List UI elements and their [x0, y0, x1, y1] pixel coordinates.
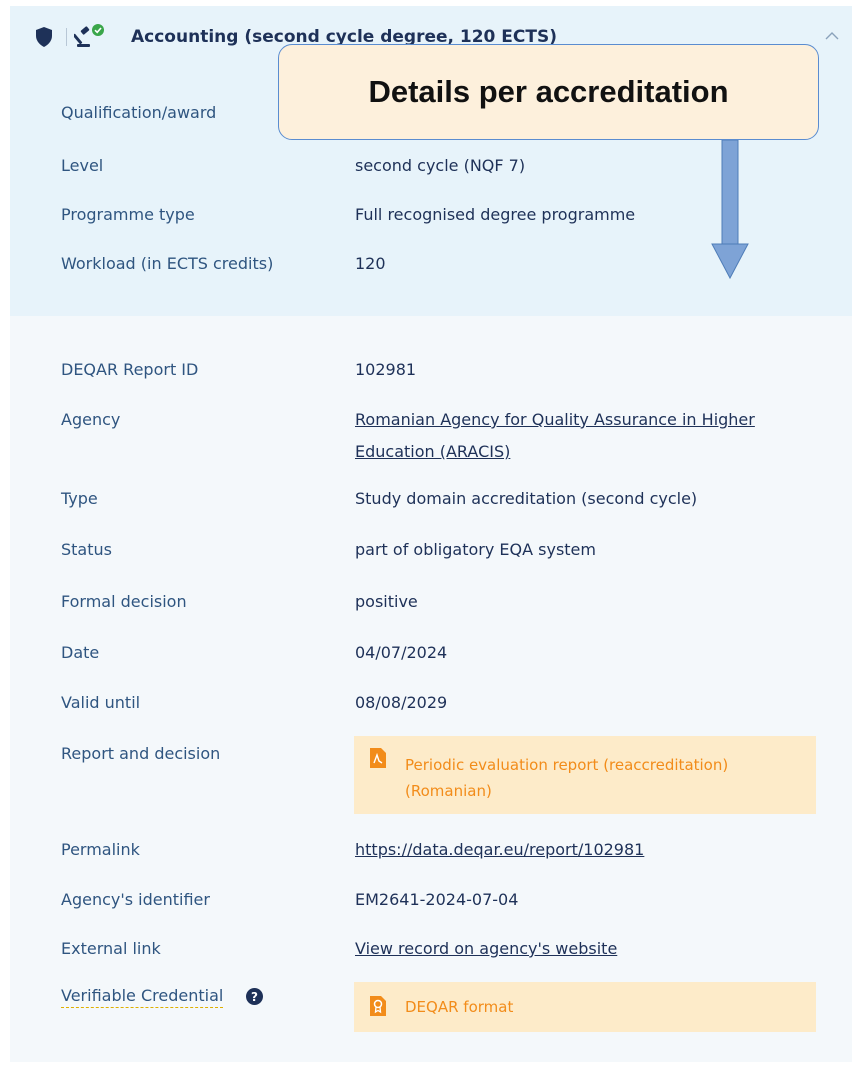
- type-value: Study domain accreditation (second cycle…: [355, 489, 698, 508]
- permalink-value-wrap: https://data.deqar.eu/report/102981: [355, 840, 825, 860]
- external-link-label: External link: [61, 939, 161, 958]
- details-callout: Details per accreditation: [278, 44, 819, 140]
- programme-type-label: Programme type: [61, 205, 195, 224]
- help-icon[interactable]: ?: [246, 988, 263, 1005]
- date-label: Date: [61, 643, 100, 662]
- check-circle-icon: [92, 24, 104, 36]
- agency-label: Agency: [61, 410, 121, 429]
- gavel-icon: [74, 26, 90, 47]
- report-decision-label: Report and decision: [61, 744, 221, 763]
- agency-identifier-label: Agency's identifier: [61, 890, 210, 909]
- certificate-icon: [370, 996, 386, 1016]
- agency-identifier-value: EM2641-2024-07-04: [355, 890, 519, 909]
- programme-type-value: Full recognised degree programme: [355, 205, 636, 224]
- verifiable-credential-button[interactable]: DEQAR format: [354, 982, 816, 1032]
- workload-value: 120: [355, 254, 386, 273]
- header-divider: [66, 28, 67, 46]
- external-link-value-wrap: View record on agency's website: [355, 939, 825, 959]
- programme-panel: Accounting (second cycle degree, 120 ECT…: [10, 6, 852, 316]
- agency-link[interactable]: Romanian Agency for Quality Assurance in…: [355, 410, 755, 461]
- verifiable-credential-format: DEQAR format: [405, 998, 514, 1016]
- shield-icon: [36, 27, 52, 47]
- formal-decision-value: positive: [355, 592, 418, 611]
- report-id-value: 102981: [355, 360, 417, 379]
- pdf-icon: [370, 748, 386, 768]
- type-label: Type: [61, 489, 98, 508]
- chevron-up-icon[interactable]: [825, 30, 839, 42]
- workload-label: Workload (in ECTS credits): [61, 254, 274, 273]
- formal-decision-label: Formal decision: [61, 592, 187, 611]
- date-value: 04/07/2024: [355, 643, 448, 662]
- status-label: Status: [61, 540, 112, 559]
- arrow-down-icon: [711, 140, 749, 280]
- valid-until-label: Valid until: [61, 693, 141, 712]
- level-value: second cycle (NQF 7): [355, 156, 526, 175]
- report-file-label: Periodic evaluation report (reaccreditat…: [405, 756, 729, 800]
- accreditation-card: Accounting (second cycle degree, 120 ECT…: [10, 6, 852, 1062]
- report-file-button[interactable]: Periodic evaluation report (reaccreditat…: [354, 736, 816, 814]
- permalink-link[interactable]: https://data.deqar.eu/report/102981: [355, 840, 644, 859]
- report-id-label: DEQAR Report ID: [61, 360, 199, 379]
- external-link[interactable]: View record on agency's website: [355, 939, 617, 958]
- status-value: part of obligatory EQA system: [355, 540, 596, 559]
- verifiable-credential-label[interactable]: Verifiable Credential: [61, 986, 224, 1008]
- qualification-label: Qualification/award: [61, 103, 217, 122]
- level-label: Level: [61, 156, 104, 175]
- permalink-label: Permalink: [61, 840, 140, 859]
- svg-text:?: ?: [251, 990, 258, 1004]
- agency-value-wrap: Romanian Agency for Quality Assurance in…: [355, 404, 805, 468]
- valid-until-value: 08/08/2029: [355, 693, 448, 712]
